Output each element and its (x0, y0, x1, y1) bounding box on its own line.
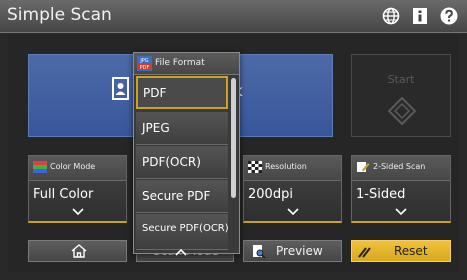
scan-to-folder-icon (112, 77, 129, 100)
format-option-label: Secure PDF(OCR) (142, 223, 229, 234)
file-format-icon: JPG PDF (137, 56, 152, 71)
two-sided-scan-icon (357, 162, 370, 172)
format-option-secure-pdf-ocr[interactable]: Secure PDF(OCR) (136, 214, 229, 250)
format-option-label: Secure PDF (142, 189, 211, 203)
color-mode-icon (33, 161, 47, 173)
reset-button[interactable]: Reset (351, 240, 451, 262)
resolution-setting[interactable]: Resolution 200dpi (243, 155, 342, 223)
globe-icon[interactable] (382, 7, 400, 25)
svg-text:PDF: PDF (140, 65, 150, 71)
resolution-icon (248, 161, 262, 173)
info-icon[interactable] (411, 7, 429, 25)
main-panel: k Start Color Mode Full Color (8, 34, 459, 272)
chevron-down-icon (395, 208, 407, 216)
color-mode-setting[interactable]: Color Mode Full Color (28, 155, 127, 223)
chevron-down-icon (287, 208, 299, 216)
help-icon[interactable] (440, 7, 458, 25)
start-button[interactable]: Start (351, 54, 451, 137)
reset-icon (358, 247, 371, 258)
resolution-header: Resolution (244, 156, 341, 181)
start-label: Start (387, 73, 415, 86)
preview-button[interactable]: Preview (243, 240, 342, 262)
home-button[interactable] (28, 240, 127, 262)
format-option-pdf[interactable]: PDF (136, 76, 228, 109)
chevron-up-icon[interactable] (175, 248, 187, 256)
simple-scan-screen: Simple Scan k St (0, 0, 467, 280)
format-option-secure-pdf[interactable]: Secure PDF (136, 180, 228, 213)
color-mode-value: Full Color (33, 187, 94, 202)
two-sided-scan-value: 1-Sided (356, 187, 406, 202)
app-title: Simple Scan (7, 5, 112, 25)
color-mode-header: Color Mode (29, 156, 126, 181)
top-bar: Simple Scan (0, 0, 467, 33)
format-option-jpeg[interactable]: JPEG (136, 112, 228, 145)
format-option-label: JPEG (142, 121, 170, 135)
dropdown-scrollbar[interactable] (231, 78, 236, 198)
resolution-label: Resolution (265, 162, 307, 171)
resolution-value: 200dpi (248, 187, 293, 202)
file-format-header: JPG PDF File Format (134, 53, 239, 75)
chevron-down-icon (72, 208, 84, 216)
two-sided-scan-header: 2-Sided Scan (352, 156, 450, 181)
format-option-label: PDF(OCR) (142, 155, 201, 169)
reset-label: Reset (394, 244, 428, 258)
home-icon (71, 244, 87, 258)
file-format-title: File Format (155, 58, 205, 68)
format-option-pdf-ocr[interactable]: PDF(OCR) (136, 146, 228, 179)
color-mode-label: Color Mode (50, 162, 96, 171)
two-sided-scan-setting[interactable]: 2-Sided Scan 1-Sided (351, 155, 451, 223)
two-sided-scan-label: 2-Sided Scan (373, 162, 426, 171)
svg-text:JPG: JPG (139, 58, 148, 64)
preview-label: Preview (276, 244, 323, 258)
start-diamond-icon (388, 97, 416, 125)
file-format-dropdown[interactable]: JPG PDF File Format PDF JPEG PDF(OCR) Se… (133, 52, 240, 256)
preview-icon (253, 245, 266, 259)
format-option-label: PDF (143, 86, 167, 100)
